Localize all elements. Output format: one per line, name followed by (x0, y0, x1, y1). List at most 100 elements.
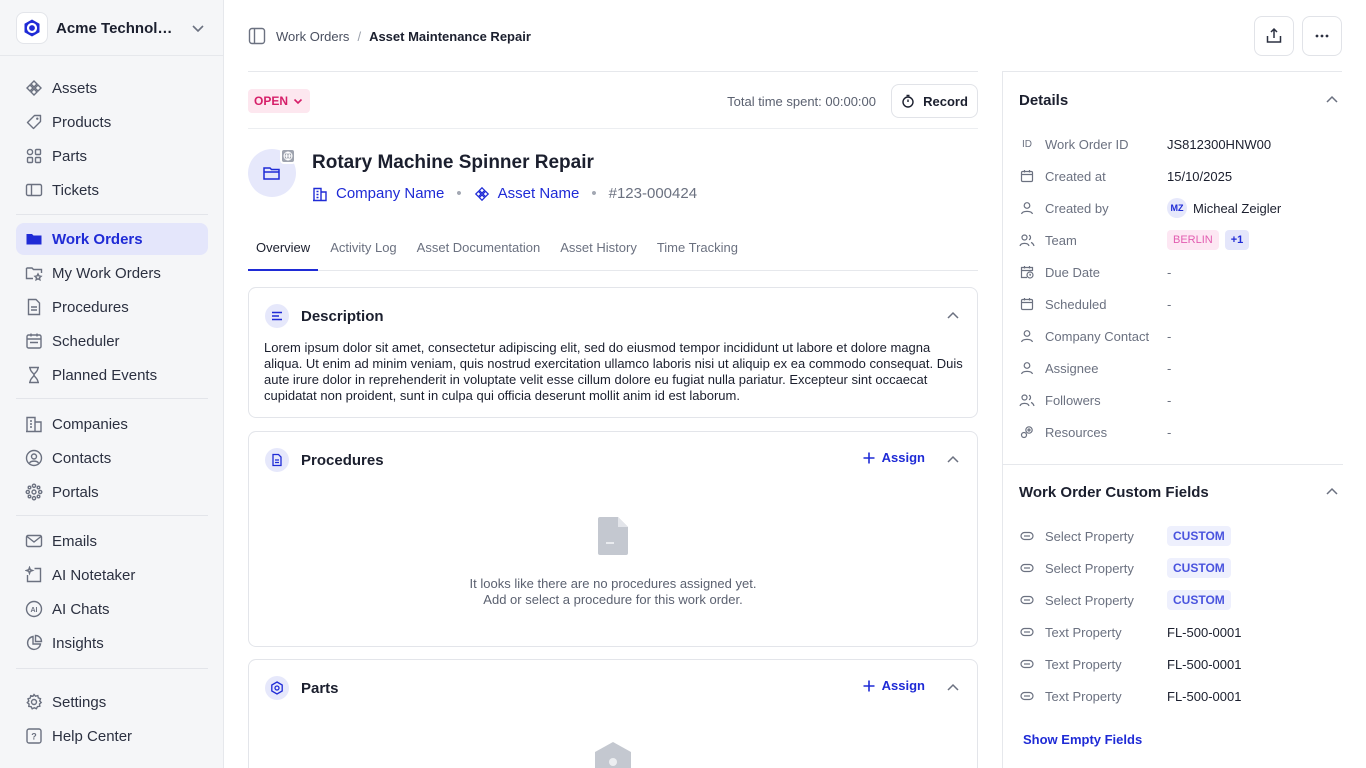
sidebar-item-planned-events[interactable]: Planned Events (16, 359, 208, 391)
sidebar-item-work-orders[interactable]: Work Orders (16, 223, 208, 255)
team-icon (1019, 232, 1035, 248)
mail-icon (24, 531, 44, 551)
chevron-up-icon[interactable] (1324, 92, 1340, 108)
detail-value: JS812300HNW00 (1167, 136, 1272, 152)
divider (248, 128, 978, 129)
record-label: Record (923, 93, 968, 109)
detail-label: Created by (1045, 200, 1109, 216)
breadcrumb: Work Orders / Asset Maintenance Repair (248, 27, 531, 45)
custom-field-label: Text Property (1045, 688, 1122, 704)
detail-label: Due Date (1045, 264, 1100, 280)
custom-field-value: CUSTOM (1167, 590, 1231, 610)
status-label: OPEN (254, 94, 289, 108)
custom-field-value[interactable]: FL-500-0001 (1167, 625, 1241, 640)
tab-time-tracking[interactable]: Time Tracking (649, 238, 746, 271)
divider (0, 55, 223, 56)
assign-part-button[interactable]: Assign (862, 678, 925, 693)
work-order-title: Rotary Machine Spinner Repair (312, 152, 594, 173)
custom-field-row: Text Property FL-500-0001 (1019, 622, 1339, 642)
contact-icon (24, 448, 44, 468)
custom-field-value[interactable]: FL-500-0001 (1167, 689, 1241, 704)
sidebar-item-ai-chats[interactable]: AI AI Chats (16, 593, 208, 625)
sidebar-item-scheduler[interactable]: Scheduler (16, 325, 208, 357)
creator-name[interactable]: Micheal Zeigler (1193, 201, 1281, 216)
custom-field-value[interactable]: FL-500-0001 (1167, 657, 1241, 672)
divider (16, 214, 208, 215)
custom-tag[interactable]: CUSTOM (1167, 526, 1231, 546)
select-field-icon (1019, 560, 1035, 576)
sidebar: Acme Technologies Assets Products Parts … (0, 0, 224, 768)
chevron-up-icon[interactable] (945, 308, 961, 324)
show-empty-fields-link[interactable]: Show Empty Fields (1023, 732, 1142, 747)
divider (16, 398, 208, 399)
custom-tag[interactable]: CUSTOM (1167, 590, 1231, 610)
calendar-icon (1019, 168, 1035, 184)
chevron-up-icon[interactable] (1324, 484, 1340, 500)
sidebar-item-products[interactable]: Products (16, 106, 208, 138)
tab-asset-documentation[interactable]: Asset Documentation (409, 238, 549, 271)
team-tag[interactable]: BERLIN (1167, 230, 1219, 250)
assign-label: Assign (881, 678, 925, 693)
record-button[interactable]: Record (891, 84, 978, 118)
nav-group-catalog: Assets Products Parts Tickets (16, 72, 208, 208)
sidebar-item-label: AI Notetaker (52, 566, 136, 584)
more-options-button[interactable] (1302, 16, 1342, 56)
empty-parts-icon (594, 742, 632, 768)
tab-overview[interactable]: Overview (248, 238, 319, 271)
avatar: MZ (1167, 198, 1187, 218)
detail-label: Team (1045, 232, 1077, 248)
sidebar-item-settings[interactable]: Settings (16, 686, 208, 718)
tab-activity-log[interactable]: Activity Log (322, 238, 404, 271)
company-link[interactable]: Company Name (312, 185, 444, 202)
svg-text:AI: AI (31, 607, 38, 614)
custom-field-label: Select Property (1045, 528, 1134, 544)
tab-asset-history[interactable]: Asset History (552, 238, 645, 271)
sidebar-item-tickets[interactable]: Tickets (16, 174, 208, 206)
meta-separator: • (456, 185, 462, 202)
status-dropdown[interactable]: OPEN (248, 89, 311, 113)
sidebar-item-emails[interactable]: Emails (16, 525, 208, 557)
detail-value[interactable]: - (1167, 297, 1171, 312)
custom-field-row: Select Property CUSTOM (1019, 590, 1339, 610)
sidebar-item-help-center[interactable]: ? Help Center (16, 720, 208, 752)
hourglass-icon (24, 365, 44, 385)
sidebar-item-procedures[interactable]: Procedures (16, 291, 208, 323)
custom-field-label: Select Property (1045, 560, 1134, 576)
divider (16, 515, 208, 516)
sidebar-item-portals[interactable]: Portals (16, 476, 208, 508)
user-icon (1019, 360, 1035, 376)
custom-field-row: Text Property FL-500-0001 (1019, 686, 1339, 706)
team-more-tag[interactable]: +1 (1224, 230, 1250, 250)
sidebar-item-my-work-orders[interactable]: My Work Orders (16, 257, 208, 289)
sidebar-item-contacts[interactable]: Contacts (16, 442, 208, 474)
detail-value[interactable]: - (1167, 425, 1171, 440)
detail-assignee: Assignee - (1019, 358, 1339, 378)
detail-value[interactable]: - (1167, 265, 1171, 280)
custom-tag[interactable]: CUSTOM (1167, 558, 1231, 578)
sidebar-item-insights[interactable]: Insights (16, 627, 208, 659)
procedures-empty-state: It looks like there are no procedures as… (249, 576, 977, 608)
sidebar-item-ai-notetaker[interactable]: AI Notetaker (16, 559, 208, 591)
assign-procedure-button[interactable]: Assign (862, 450, 925, 465)
chevron-up-icon[interactable] (945, 680, 961, 696)
parts-icon (265, 676, 289, 700)
sidebar-toggle-icon[interactable] (248, 27, 266, 45)
sidebar-item-assets[interactable]: Assets (16, 72, 208, 104)
plus-icon (862, 451, 882, 465)
detail-label: Created at (1045, 168, 1106, 184)
sidebar-item-companies[interactable]: Companies (16, 408, 208, 440)
detail-value[interactable]: - (1167, 361, 1171, 376)
sidebar-item-parts[interactable]: Parts (16, 140, 208, 172)
breadcrumb-work-orders[interactable]: Work Orders (276, 29, 349, 44)
total-time-spent: Total time spent: 00:00:00 (727, 94, 876, 109)
breadcrumb-current: Asset Maintenance Repair (369, 28, 531, 44)
detail-value[interactable]: - (1167, 393, 1171, 408)
detail-value[interactable]: - (1167, 329, 1171, 344)
asset-link[interactable]: Asset Name (474, 185, 579, 202)
parts-title: Parts (301, 679, 339, 697)
procedures-header: Procedures (265, 448, 384, 472)
chevron-up-icon[interactable] (945, 452, 961, 468)
detail-label: Work Order ID (1045, 136, 1129, 152)
org-switcher[interactable]: Acme Technologies (16, 12, 208, 44)
share-button[interactable] (1254, 16, 1294, 56)
